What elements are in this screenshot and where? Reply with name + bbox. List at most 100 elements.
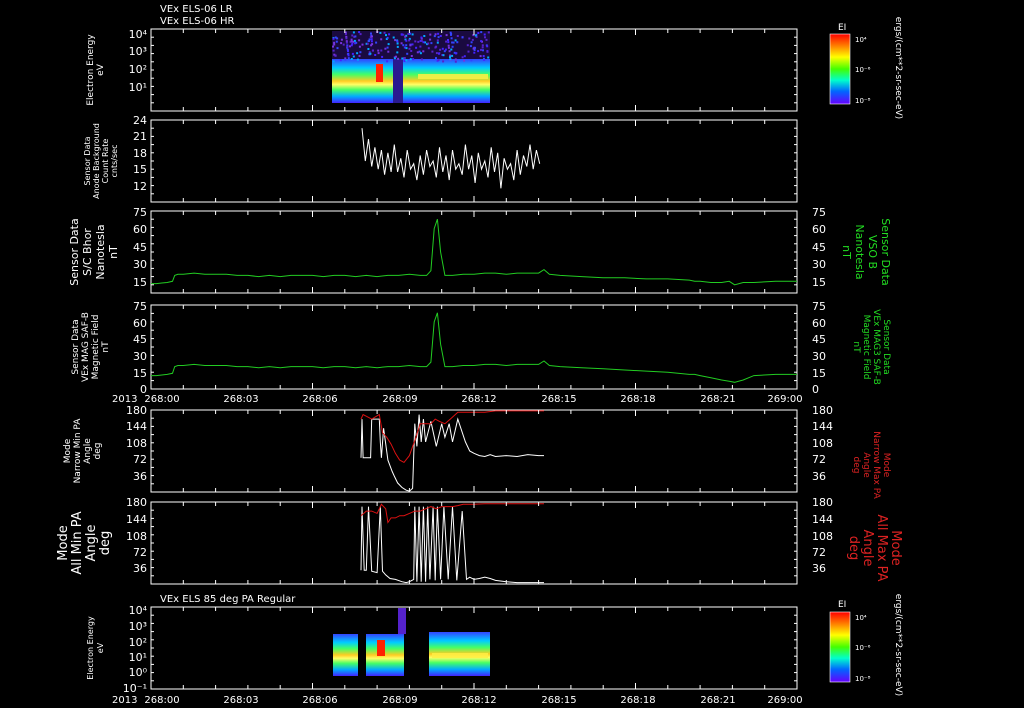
panel2-frame — [150, 119, 798, 203]
heatmap-speckle — [387, 43, 390, 46]
panel2-ylabel-line2: Anode Background — [92, 123, 101, 199]
heatmap-speckle — [447, 41, 450, 44]
panel1-ytick-label: 10³ — [129, 45, 147, 58]
heatmap-speckle — [427, 42, 430, 45]
heatmap-speckle — [396, 42, 399, 45]
colorbar-bottom: EI 10⁴ 10⁻⁶ 10⁻⁸ ergs/(cm**2-sr-sec-eV) — [829, 594, 903, 696]
heatmap-speckle — [410, 50, 413, 52]
colorbar-top: EI 10⁴ 10⁻⁶ 10⁻⁸ ergs/(cm**2-sr-sec-eV) — [829, 17, 903, 119]
heatmap-speckle — [408, 47, 411, 50]
heatmap-speckle — [437, 36, 440, 39]
panel6-ytick-label: 72 — [133, 546, 147, 559]
panel3-ylabel-line1: Sensor Data — [68, 218, 81, 285]
panel4-ytick-label-right: 60 — [812, 317, 826, 330]
heatmap-speckle — [416, 51, 419, 54]
heatmap-speckle — [339, 59, 342, 62]
heatmap-speckle — [340, 42, 343, 45]
heatmap-speckle — [404, 35, 407, 38]
heatmap-speckle — [370, 32, 372, 35]
panel3-ylabel-line2: S/C Bhor — [81, 228, 94, 276]
heatmap-speckle — [480, 40, 483, 43]
heatmap-speckle — [456, 35, 459, 37]
heatmap-speckle — [477, 50, 480, 53]
heatmap-speckle — [351, 34, 354, 37]
heatmap-band — [332, 59, 490, 103]
heatmap-speckle — [351, 52, 354, 55]
heatmap-speckle — [406, 52, 409, 55]
heatmap-speckle — [358, 39, 361, 42]
time-tick-label: 268:06 — [302, 695, 337, 706]
heatmap-segment — [333, 634, 358, 676]
panel-electron-energy-spectrogram: Electron Energy eV 10⁴ 10³ 10² 10¹ — [86, 28, 798, 112]
time-tick-label: 268:06 — [302, 394, 337, 405]
colorbar-label: 10⁻⁶ — [855, 644, 871, 652]
panel-all-pa: Mode All Min PA Angle deg 180 144 108 72… — [56, 496, 903, 585]
colorbar-label: 10⁴ — [855, 36, 867, 44]
panel4-ylabel-line1: Sensor Data — [71, 319, 81, 374]
heatmap-speckle — [352, 55, 355, 58]
panel3-rlabel-line4: nT — [840, 245, 853, 259]
heatmap-speckle — [436, 41, 439, 44]
heatmap-speckle — [470, 41, 473, 44]
heatmap-speckle — [366, 42, 369, 45]
heatmap-speckle — [430, 42, 433, 45]
heatmap-speckle — [447, 39, 449, 41]
panel6-ylabel-line4: deg — [98, 531, 113, 556]
panel2-ytick-label: 15 — [133, 163, 147, 176]
panel7-ytick-label: 10⁻¹ — [123, 682, 147, 695]
time-axis-mid: 268:00 268:03 268:06 268:09 268:12 268:1… — [144, 394, 802, 405]
time-tick-label: 268:21 — [700, 695, 735, 706]
panel3-ylabel-line4: nT — [107, 245, 120, 259]
time-tick-label: 268:15 — [541, 695, 576, 706]
heatmap-speckle — [474, 34, 477, 37]
panel1-heatmap — [332, 31, 490, 103]
panel3-ytick-label: 75 — [133, 206, 147, 219]
heatmap-speckle — [447, 46, 450, 49]
panel4-ytick-label: 75 — [133, 300, 147, 313]
heatmap-speckle — [386, 46, 389, 49]
heatmap-speckle — [449, 58, 452, 61]
colorbar-units: ergs/(cm**2-sr-sec-eV) — [893, 17, 903, 119]
heatmap-speckle — [358, 45, 361, 48]
panel5-rlabel-line2: Narrow Max PA — [871, 431, 881, 499]
series-all-min-pa-line — [360, 506, 544, 584]
heatmap-speckle — [400, 42, 403, 45]
panel2-ylabel-line1: Sensor Data — [83, 136, 92, 185]
colorbar-label: 10⁴ — [855, 614, 867, 622]
panel5-ytick-label: 180 — [126, 404, 147, 417]
series-count-rate-line — [361, 128, 541, 189]
heatmap-speckle — [347, 50, 349, 53]
colorbar-title: EI — [838, 23, 846, 33]
heatmap-speckle — [345, 37, 348, 40]
colorbar-label: 10⁻⁸ — [855, 97, 871, 105]
panel6-rlabel-line3: Angle — [860, 530, 875, 567]
heatmap-speckle — [392, 36, 395, 39]
panel4-ytick-label-right: 45 — [812, 333, 826, 346]
time-tick-label: 268:03 — [223, 394, 258, 405]
panel3-ytick-label: 30 — [133, 258, 147, 271]
chart-figure: VEx ELS-06 LR VEx ELS-06 HR Electron Ene… — [56, 4, 903, 706]
panel5-ytick-label: 144 — [126, 420, 147, 433]
heatmap-speckle — [470, 59, 473, 62]
panel6-ytick-label-right: 144 — [812, 513, 833, 526]
panel2-ylabel-line3: Count Rate — [101, 139, 110, 184]
heatmap-speckle — [434, 33, 437, 36]
heatmap-speckle — [480, 31, 483, 34]
heatmap-speckle — [400, 33, 403, 36]
heatmap-speckle — [480, 48, 482, 51]
heatmap-speckle — [483, 57, 485, 60]
heatmap-speckle — [423, 35, 426, 37]
panel4-ylabel-line4: nT — [101, 341, 111, 353]
heatmap-speckle — [415, 46, 418, 49]
panel5-ylabel-line2: Narrow Min PA — [73, 418, 83, 484]
heatmap-speckle — [380, 38, 383, 41]
heatmap-speckle — [352, 31, 355, 34]
heatmap-speckle — [429, 33, 432, 36]
panel5-ytick-label: 36 — [133, 470, 147, 483]
panel5-frame — [150, 409, 798, 493]
axis-ticks — [150, 28, 798, 690]
heatmap-speckle — [388, 33, 391, 36]
heatmap-speckle — [456, 41, 459, 44]
series-mag-safb-line — [151, 312, 797, 383]
heatmap-speckle — [454, 39, 457, 42]
